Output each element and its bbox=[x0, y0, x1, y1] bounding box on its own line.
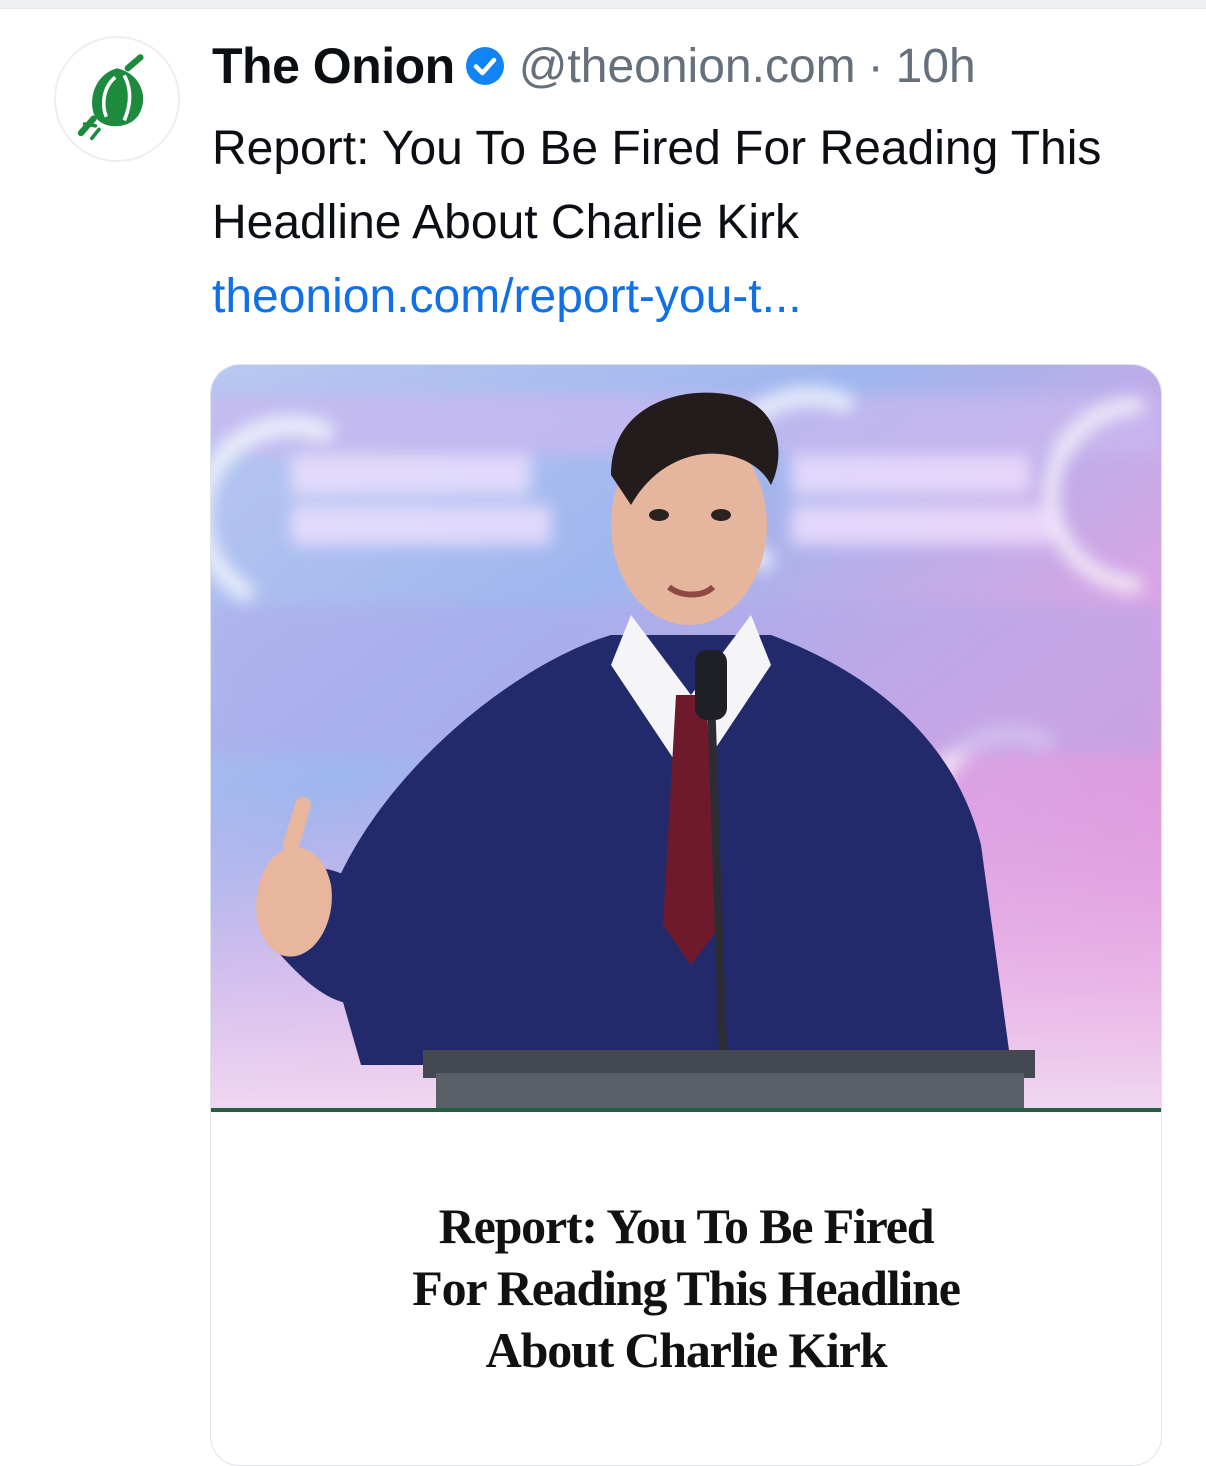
card-headline-line: Report: You To Be Fired bbox=[438, 1198, 935, 1254]
post: The Onion @theonion.com · 10h Report: Yo… bbox=[212, 34, 1172, 332]
card-headline-line: For Reading This Headline bbox=[412, 1260, 961, 1316]
speaker-at-podium-photo bbox=[211, 365, 1161, 1109]
post-timestamp[interactable]: 10h bbox=[896, 39, 976, 94]
card-headline-line: About Charlie Kirk bbox=[485, 1322, 888, 1378]
card-headline[interactable]: Report: You To Be Fired For Reading This… bbox=[211, 1195, 1161, 1381]
author-handle[interactable]: @theonion.com bbox=[519, 39, 856, 94]
top-divider bbox=[0, 0, 1206, 9]
author-avatar[interactable] bbox=[54, 36, 180, 162]
link-preview-card[interactable]: Report: You To Be Fired For Reading This… bbox=[210, 364, 1162, 1466]
card-accent-line bbox=[211, 1108, 1161, 1112]
verified-check-icon bbox=[465, 46, 505, 86]
post-link[interactable]: theonion.com/report-you-t... bbox=[212, 262, 1172, 332]
author-name[interactable]: The Onion bbox=[212, 37, 455, 95]
card-image[interactable] bbox=[211, 365, 1161, 1109]
separator-dot: · bbox=[867, 39, 884, 93]
post-text: Report: You To Be Fired For Reading This… bbox=[212, 122, 1102, 249]
onion-logo-icon bbox=[72, 52, 162, 147]
post-header: The Onion @theonion.com · 10h bbox=[212, 34, 1172, 98]
